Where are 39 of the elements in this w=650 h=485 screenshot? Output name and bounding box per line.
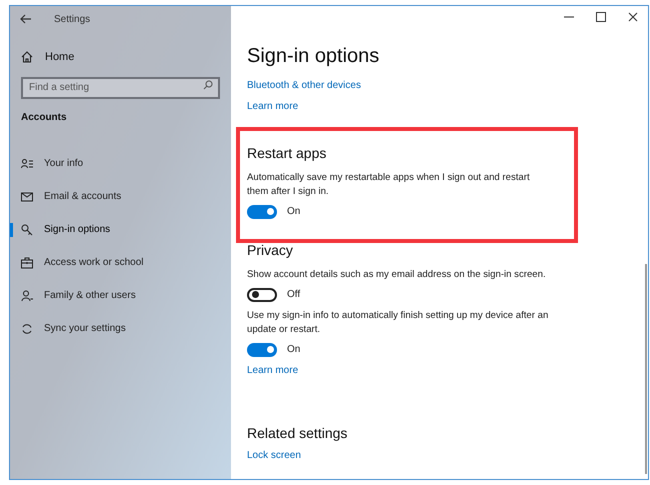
nav-item[interactable]: Access work or school — [44, 255, 144, 270]
home-link[interactable]: Home — [45, 48, 74, 66]
section-heading: Restart apps — [247, 144, 328, 162]
link[interactable]: Lock screen — [247, 449, 301, 463]
section-heading: Privacy — [247, 241, 294, 259]
toggle-switch[interactable] — [247, 204, 277, 218]
mail-icon — [21, 190, 33, 202]
page-title: Sign-in options — [247, 44, 380, 69]
toggle-switch[interactable] — [247, 288, 277, 302]
toggle-label: On — [287, 343, 300, 357]
description: Automatically save my restartable apps when I sign out and restart them after I sign in. — [247, 171, 531, 199]
window-title: Settings — [54, 12, 90, 26]
nav-item[interactable]: Email & accounts — [44, 189, 122, 204]
maximize-icon[interactable] — [596, 12, 606, 22]
toggle-label: Off — [287, 288, 300, 302]
close-icon[interactable] — [628, 12, 638, 22]
sync-icon — [21, 322, 33, 334]
toggle-label: On — [287, 205, 300, 219]
description: Show account details such as my email address on the sign-in screen. — [247, 268, 547, 282]
toggle-switch[interactable] — [247, 342, 277, 356]
link[interactable]: Learn more — [247, 100, 298, 114]
description: Use my sign-in info to automatically finish setting up my device after an update or restart. — [247, 309, 550, 337]
back-icon[interactable] — [20, 14, 32, 24]
section-heading: Accounts — [21, 111, 68, 125]
nav-item[interactable]: Family & other users — [44, 288, 136, 303]
nav-item[interactable]: Sign-in options — [44, 222, 110, 237]
link[interactable]: Learn more — [247, 364, 298, 378]
scrollbar[interactable] — [645, 264, 647, 474]
person-icon — [21, 290, 33, 302]
search-field[interactable]: Find a setting — [21, 76, 220, 98]
briefcase-icon — [21, 256, 33, 268]
link[interactable]: Bluetooth & other devices — [247, 79, 361, 93]
nav-item[interactable]: Sync your settings — [44, 321, 126, 336]
person-list-icon — [21, 158, 33, 170]
section-heading: Related settings — [247, 424, 348, 442]
home-icon[interactable] — [21, 51, 33, 63]
search-icon[interactable] — [203, 80, 213, 90]
nav-item[interactable]: Your info — [44, 156, 84, 171]
key-icon — [21, 224, 33, 236]
